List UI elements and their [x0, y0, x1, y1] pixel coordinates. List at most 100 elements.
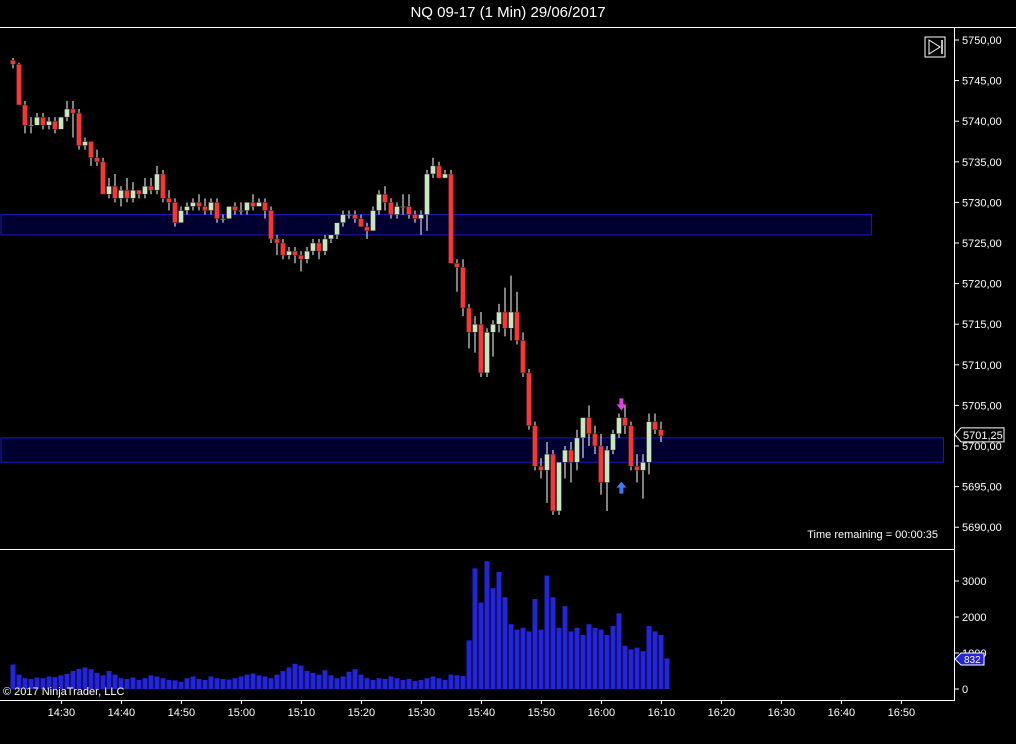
volume-bar: [394, 678, 400, 689]
candle-body: [244, 202, 250, 211]
candle-body: [598, 445, 604, 483]
candle-body: [124, 189, 130, 199]
time-tick-label: 15:50: [528, 707, 556, 719]
chart-canvas[interactable]: 5750,00 5745,00 5740,00 5735,00 5730,00 5725,…: [0, 0, 1016, 744]
time-tick-label: 15:00: [228, 707, 256, 719]
volume-bar: [508, 624, 514, 689]
last-volume-label: 832: [964, 655, 981, 666]
price-axis[interactable]: 5750,00 5745,00 5740,00 5735,00 5730,00 5725,…: [954, 35, 1005, 534]
buy-arrow: [616, 481, 627, 494]
volume-bar: [124, 678, 130, 689]
volume-bar: [526, 631, 532, 689]
volume-bar: [196, 678, 202, 689]
candle-body: [28, 125, 34, 127]
candle-body: [550, 453, 556, 512]
last-price-label: 5701,25: [963, 430, 1003, 442]
candle-body: [88, 141, 94, 158]
candle-body: [610, 433, 616, 451]
candle: [190, 198, 196, 211]
volume-bar: [538, 629, 544, 689]
time-tick-label: 16:20: [708, 707, 736, 719]
candle-body: [70, 108, 76, 114]
candle: [76, 109, 82, 150]
candle-body: [130, 189, 136, 199]
candle-body: [592, 433, 598, 447]
candle-body: [136, 189, 142, 195]
candle: [442, 169, 448, 179]
candle: [88, 141, 94, 166]
chart-frame: [0, 27, 1016, 701]
candle: [574, 429, 580, 471]
volume-bar: [652, 631, 658, 689]
time-tick-label: 14:40: [108, 707, 136, 719]
volume-bar: [160, 678, 166, 689]
bottom-border: [0, 700, 955, 701]
volume-bar: [664, 658, 670, 689]
candle: [22, 100, 28, 134]
candle-body: [304, 250, 310, 260]
volume-bar: [280, 671, 286, 689]
candle-body: [22, 104, 28, 126]
time-tick-label: 14:30: [48, 707, 76, 719]
candle-body: [238, 210, 244, 212]
candle-body: [46, 120, 52, 126]
price-tick-label: 5695,00: [962, 482, 1002, 494]
candle-body: [508, 311, 514, 329]
volume-tick-label: 3000: [962, 576, 986, 588]
volume-bar: [598, 629, 604, 689]
candle-body: [658, 429, 664, 437]
volume-bar: [190, 676, 196, 689]
candle: [52, 117, 58, 134]
candle-body: [106, 185, 112, 195]
volume-bar: [130, 677, 136, 689]
volume-axis[interactable]: 3000200010000832: [954, 576, 986, 696]
play-icon[interactable]: [924, 36, 946, 58]
volume-bar: [568, 631, 574, 689]
time-remaining-text: Time remaining = 00:00:35: [807, 529, 938, 541]
price-tick-label: 5735,00: [962, 157, 1002, 169]
candle-body: [526, 372, 532, 426]
volume-bar: [154, 676, 160, 689]
candle: [502, 287, 508, 337]
candle-body: [574, 437, 580, 463]
candle-body: [586, 417, 592, 435]
candle: [82, 137, 88, 150]
candle: [466, 303, 472, 349]
volume-bar: [514, 629, 520, 689]
candle-body: [352, 214, 358, 219]
volume-bar: [658, 635, 664, 689]
candle: [460, 259, 466, 317]
volume-bar: [430, 676, 436, 689]
candle-body: [412, 214, 418, 219]
candle-body: [202, 206, 208, 211]
volume-bar: [286, 667, 292, 689]
volume-bar: [616, 613, 622, 689]
candle-body: [424, 173, 430, 215]
candle: [430, 157, 436, 179]
candle-body: [178, 210, 184, 223]
candle: [496, 303, 502, 333]
candle: [16, 62, 22, 106]
candle: [226, 206, 232, 219]
time-axis[interactable]: 14:30 14:40 14:50 15:00 15:10 15:20 15:30 15:40…: [48, 700, 916, 719]
candle-body: [232, 206, 238, 211]
candle: [304, 247, 310, 264]
zone-0: [0, 214, 872, 236]
candle: [172, 198, 178, 227]
candle-body: [76, 112, 82, 146]
candle-body: [430, 165, 436, 175]
volume-bar: [376, 678, 382, 689]
candle: [436, 161, 442, 179]
candle: [628, 421, 634, 471]
volume-bar: [550, 597, 556, 689]
candle-body: [298, 254, 304, 260]
volume-bar: [478, 602, 484, 689]
candle-body: [292, 250, 298, 256]
candle-body: [34, 116, 40, 126]
candle-body: [40, 116, 46, 126]
candle-body: [274, 238, 280, 244]
candle-body: [370, 210, 376, 232]
candle-body: [448, 173, 454, 264]
candle-body: [466, 307, 472, 333]
candle-body: [472, 323, 478, 333]
